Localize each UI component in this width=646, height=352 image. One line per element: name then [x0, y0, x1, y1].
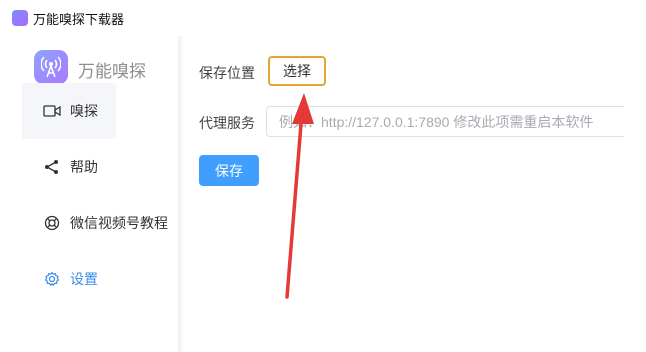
proxy-label: 代理服务 — [199, 115, 255, 131]
app-window: 万能嗅探下载器 万能嗅探 嗅探 帮助 微信视频号教程 设置 保存位置 选择 代理… — [0, 0, 646, 352]
video-camera-icon — [42, 101, 62, 121]
broadcast-logo-icon — [34, 50, 68, 84]
save-button[interactable]: 保存 — [199, 155, 259, 186]
sidebar-item-label: 微信视频号教程 — [70, 215, 168, 231]
sidebar-item-wechat-tutorial[interactable]: 微信视频号教程 — [22, 195, 178, 251]
sidebar-item-label: 设置 — [70, 271, 98, 287]
gear-icon — [42, 269, 62, 289]
brand-name: 万能嗅探 — [78, 62, 146, 81]
lifebuoy-icon — [42, 213, 62, 233]
sidebar-item-label: 帮助 — [70, 159, 98, 175]
save-location-label: 保存位置 — [199, 65, 255, 81]
title-bar: 万能嗅探下载器 — [0, 0, 646, 36]
share-icon — [42, 157, 62, 177]
sidebar-item-sniff[interactable]: 嗅探 — [22, 83, 116, 139]
app-icon — [12, 10, 28, 26]
window-title: 万能嗅探下载器 — [33, 12, 125, 27]
proxy-input[interactable] — [266, 106, 624, 137]
choose-folder-button[interactable]: 选择 — [268, 56, 326, 86]
sidebar-item-help[interactable]: 帮助 — [22, 139, 178, 195]
sidebar-item-settings[interactable]: 设置 — [22, 251, 178, 307]
sidebar-item-label: 嗅探 — [70, 103, 98, 119]
sidebar-divider — [178, 36, 184, 352]
